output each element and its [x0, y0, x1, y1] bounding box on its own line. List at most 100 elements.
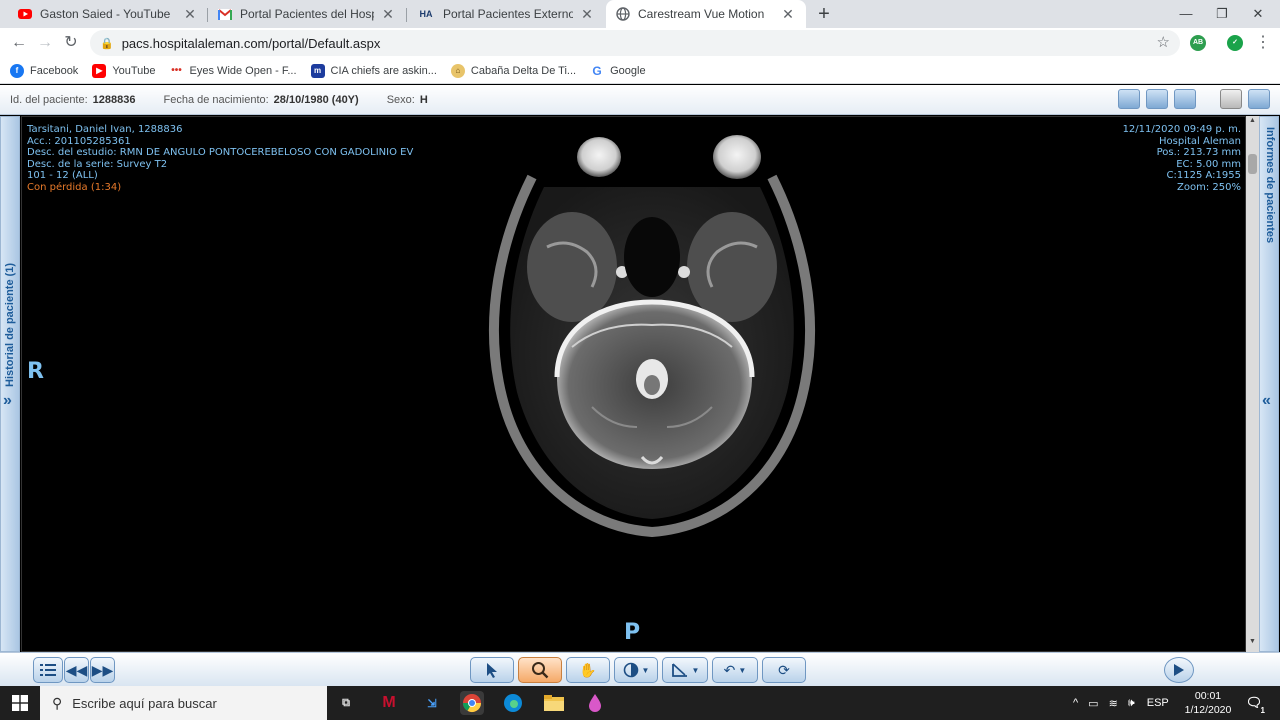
viewer-scrollbar[interactable]: ▲ ▼ — [1246, 116, 1259, 652]
angle-ruler-icon — [671, 663, 687, 677]
zoom-tool-button[interactable] — [518, 657, 562, 683]
m-icon: m — [310, 63, 325, 78]
mri-axial-image — [489, 135, 815, 538]
address-bar: ← → ↻ 🔒 pacs.hospitalaleman.com/portal/D… — [0, 28, 1280, 58]
facebook-icon: f — [10, 63, 24, 78]
language-indicator[interactable]: ESP — [1147, 697, 1169, 709]
layout-grid-icon[interactable] — [1174, 89, 1196, 109]
scroll-down-icon[interactable]: ▼ — [1247, 638, 1258, 649]
close-tab-icon[interactable]: ✕ — [579, 6, 595, 23]
tab-carestream-vue-motion[interactable]: Carestream Vue Motion ✕ — [606, 0, 806, 28]
globe-icon — [616, 7, 630, 21]
dots-icon: ••• — [171, 65, 182, 76]
bookmark-facebook[interactable]: f Facebook — [10, 63, 78, 78]
minimize-button[interactable]: — — [1168, 0, 1204, 28]
chrome-icon — [463, 694, 481, 713]
sex-label: Sexo: — [386, 93, 415, 106]
reload-button[interactable]: ↻ — [60, 32, 82, 54]
start-button[interactable] — [0, 686, 40, 720]
bookmark-youtube[interactable]: ▶ YouTube — [92, 63, 156, 78]
chevron-up-icon[interactable]: ^ — [1073, 697, 1078, 709]
new-tab-button[interactable]: + — [812, 2, 836, 26]
mcafee-icon[interactable]: M — [377, 691, 401, 715]
droplet-icon — [589, 694, 601, 712]
patient-reports-label: Informes de pacientes — [1264, 127, 1276, 244]
comment-icon[interactable] — [1118, 89, 1140, 109]
pan-tool-button[interactable]: ✋ — [566, 657, 610, 683]
tab-portal-pacientes-hospital[interactable]: Portal Pacientes del Hospital Aleman ✕ — [208, 0, 406, 28]
url-input[interactable]: 🔒 pacs.hospitalaleman.com/portal/Default… — [90, 30, 1180, 56]
network-app-icon[interactable]: ⇲ — [420, 691, 444, 715]
bookmark-label: YouTube — [112, 64, 156, 77]
search-icon: ⚲ — [52, 694, 63, 711]
close-window-button[interactable]: ✕ — [1240, 0, 1276, 28]
forward-button[interactable]: → — [34, 32, 56, 54]
image-info-icon[interactable] — [1146, 89, 1168, 109]
task-view-icon[interactable]: ⧉ — [334, 691, 358, 715]
measure-tool-button[interactable]: ▼ — [662, 657, 708, 683]
patient-history-panel[interactable]: Historial de paciente (1) » — [0, 116, 20, 652]
close-tab-icon[interactable]: ✕ — [780, 6, 796, 23]
taskbar-search-box[interactable]: ⚲ Escribe aquí para buscar — [40, 686, 327, 720]
overlay-zoom: Zoom: 250% — [1177, 181, 1241, 193]
print-icon[interactable] — [1248, 89, 1270, 109]
bookmark-cabana-delta[interactable]: ⌂ Cabaña Delta De Ti... — [450, 63, 576, 78]
patient-id-value: 1288836 — [92, 93, 136, 106]
overlay-top-left: Tarsitani, Daniel Ivan, 1288836 Acc.: 20… — [27, 124, 413, 194]
folder-icon — [544, 695, 564, 711]
scroll-thumb[interactable] — [1248, 154, 1257, 174]
pointer-tool-button[interactable] — [470, 657, 514, 683]
extension-shield-icon[interactable]: ✓ — [1227, 35, 1243, 51]
extension-ab-icon[interactable]: AB — [1190, 35, 1206, 51]
bookmark-star-icon[interactable]: ☆ — [1157, 33, 1170, 51]
bookmark-eyes-wide-open[interactable]: ••• Eyes Wide Open - F... — [170, 64, 296, 78]
save-icon[interactable] — [1220, 89, 1242, 109]
rotate-flip-tool-button[interactable]: ↶ ▼ — [712, 657, 758, 683]
patient-history-label: Historial de paciente (1) — [4, 262, 16, 387]
previous-series-button[interactable]: ◀◀ — [64, 657, 89, 683]
system-tray: ^ ▭ ≋ 🕪 ESP — [1073, 686, 1169, 720]
overlay-slice-thickness: EC: 5.00 mm — [1176, 158, 1241, 170]
image-viewport[interactable]: Tarsitani, Daniel Ivan, 1288836 Acc.: 20… — [21, 116, 1246, 652]
dob-value: 28/10/1980 (40Y) — [273, 93, 359, 106]
browser-menu-icon[interactable]: ⋮ — [1252, 32, 1274, 54]
orientation-left-marker: R — [27, 359, 44, 384]
fast-forward-icon: ▶▶ — [91, 661, 114, 678]
patient-header: Id. del paciente: 1288836 Fecha de nacim… — [0, 85, 1280, 115]
patient-reports-panel[interactable]: Informes de pacientes « — [1259, 116, 1279, 652]
chrome-taskbar-icon[interactable] — [460, 691, 484, 715]
expand-left-icon[interactable]: » — [3, 392, 12, 410]
close-tab-icon[interactable]: ✕ — [182, 6, 198, 23]
notification-center-icon[interactable]: 🗨 1 — [1244, 691, 1266, 715]
reset-button[interactable]: ⟳ — [762, 657, 806, 683]
next-series-button[interactable]: ▶▶ — [90, 657, 115, 683]
close-tab-icon[interactable]: ✕ — [380, 6, 396, 23]
dropdown-arrow-icon: ▼ — [691, 665, 700, 675]
expand-right-icon[interactable]: « — [1262, 392, 1271, 410]
battery-icon[interactable]: ▭ — [1088, 697, 1098, 710]
maximize-button[interactable]: ❐ — [1204, 0, 1240, 28]
google-icon: G — [592, 63, 602, 78]
scroll-up-icon[interactable]: ▲ — [1247, 117, 1258, 128]
cabin-icon: ⌂ — [450, 63, 465, 78]
cine-play-button[interactable] — [1164, 657, 1194, 683]
bookmark-cia-chiefs[interactable]: m CIA chiefs are askin... — [310, 63, 437, 78]
header-tools — [1112, 89, 1270, 109]
paint-app-icon[interactable] — [583, 691, 607, 715]
back-button[interactable]: ← — [8, 32, 30, 54]
windows-logo-icon — [12, 695, 28, 711]
series-list-button[interactable] — [33, 657, 63, 683]
patient-id-label: Id. del paciente: — [10, 93, 88, 106]
bookmark-google[interactable]: G Google — [590, 64, 645, 78]
wifi-icon[interactable]: ≋ — [1109, 697, 1118, 710]
volume-icon[interactable]: 🕪 — [1128, 697, 1135, 710]
rewind-icon: ◀◀ — [65, 661, 88, 678]
file-explorer-icon[interactable] — [542, 691, 566, 715]
play-icon — [1174, 664, 1184, 676]
tab-portal-pacientes-externos[interactable]: HA Portal Pacientes Externos ✕ — [407, 0, 605, 28]
edge-taskbar-icon[interactable] — [501, 691, 525, 715]
taskbar-clock[interactable]: 00:01 1/12/2020 — [1180, 689, 1236, 717]
edge-icon — [504, 694, 522, 712]
window-level-tool-button[interactable]: ▼ — [614, 657, 658, 683]
tab-youtube[interactable]: Gaston Saied - YouTube ✕ — [8, 0, 208, 28]
